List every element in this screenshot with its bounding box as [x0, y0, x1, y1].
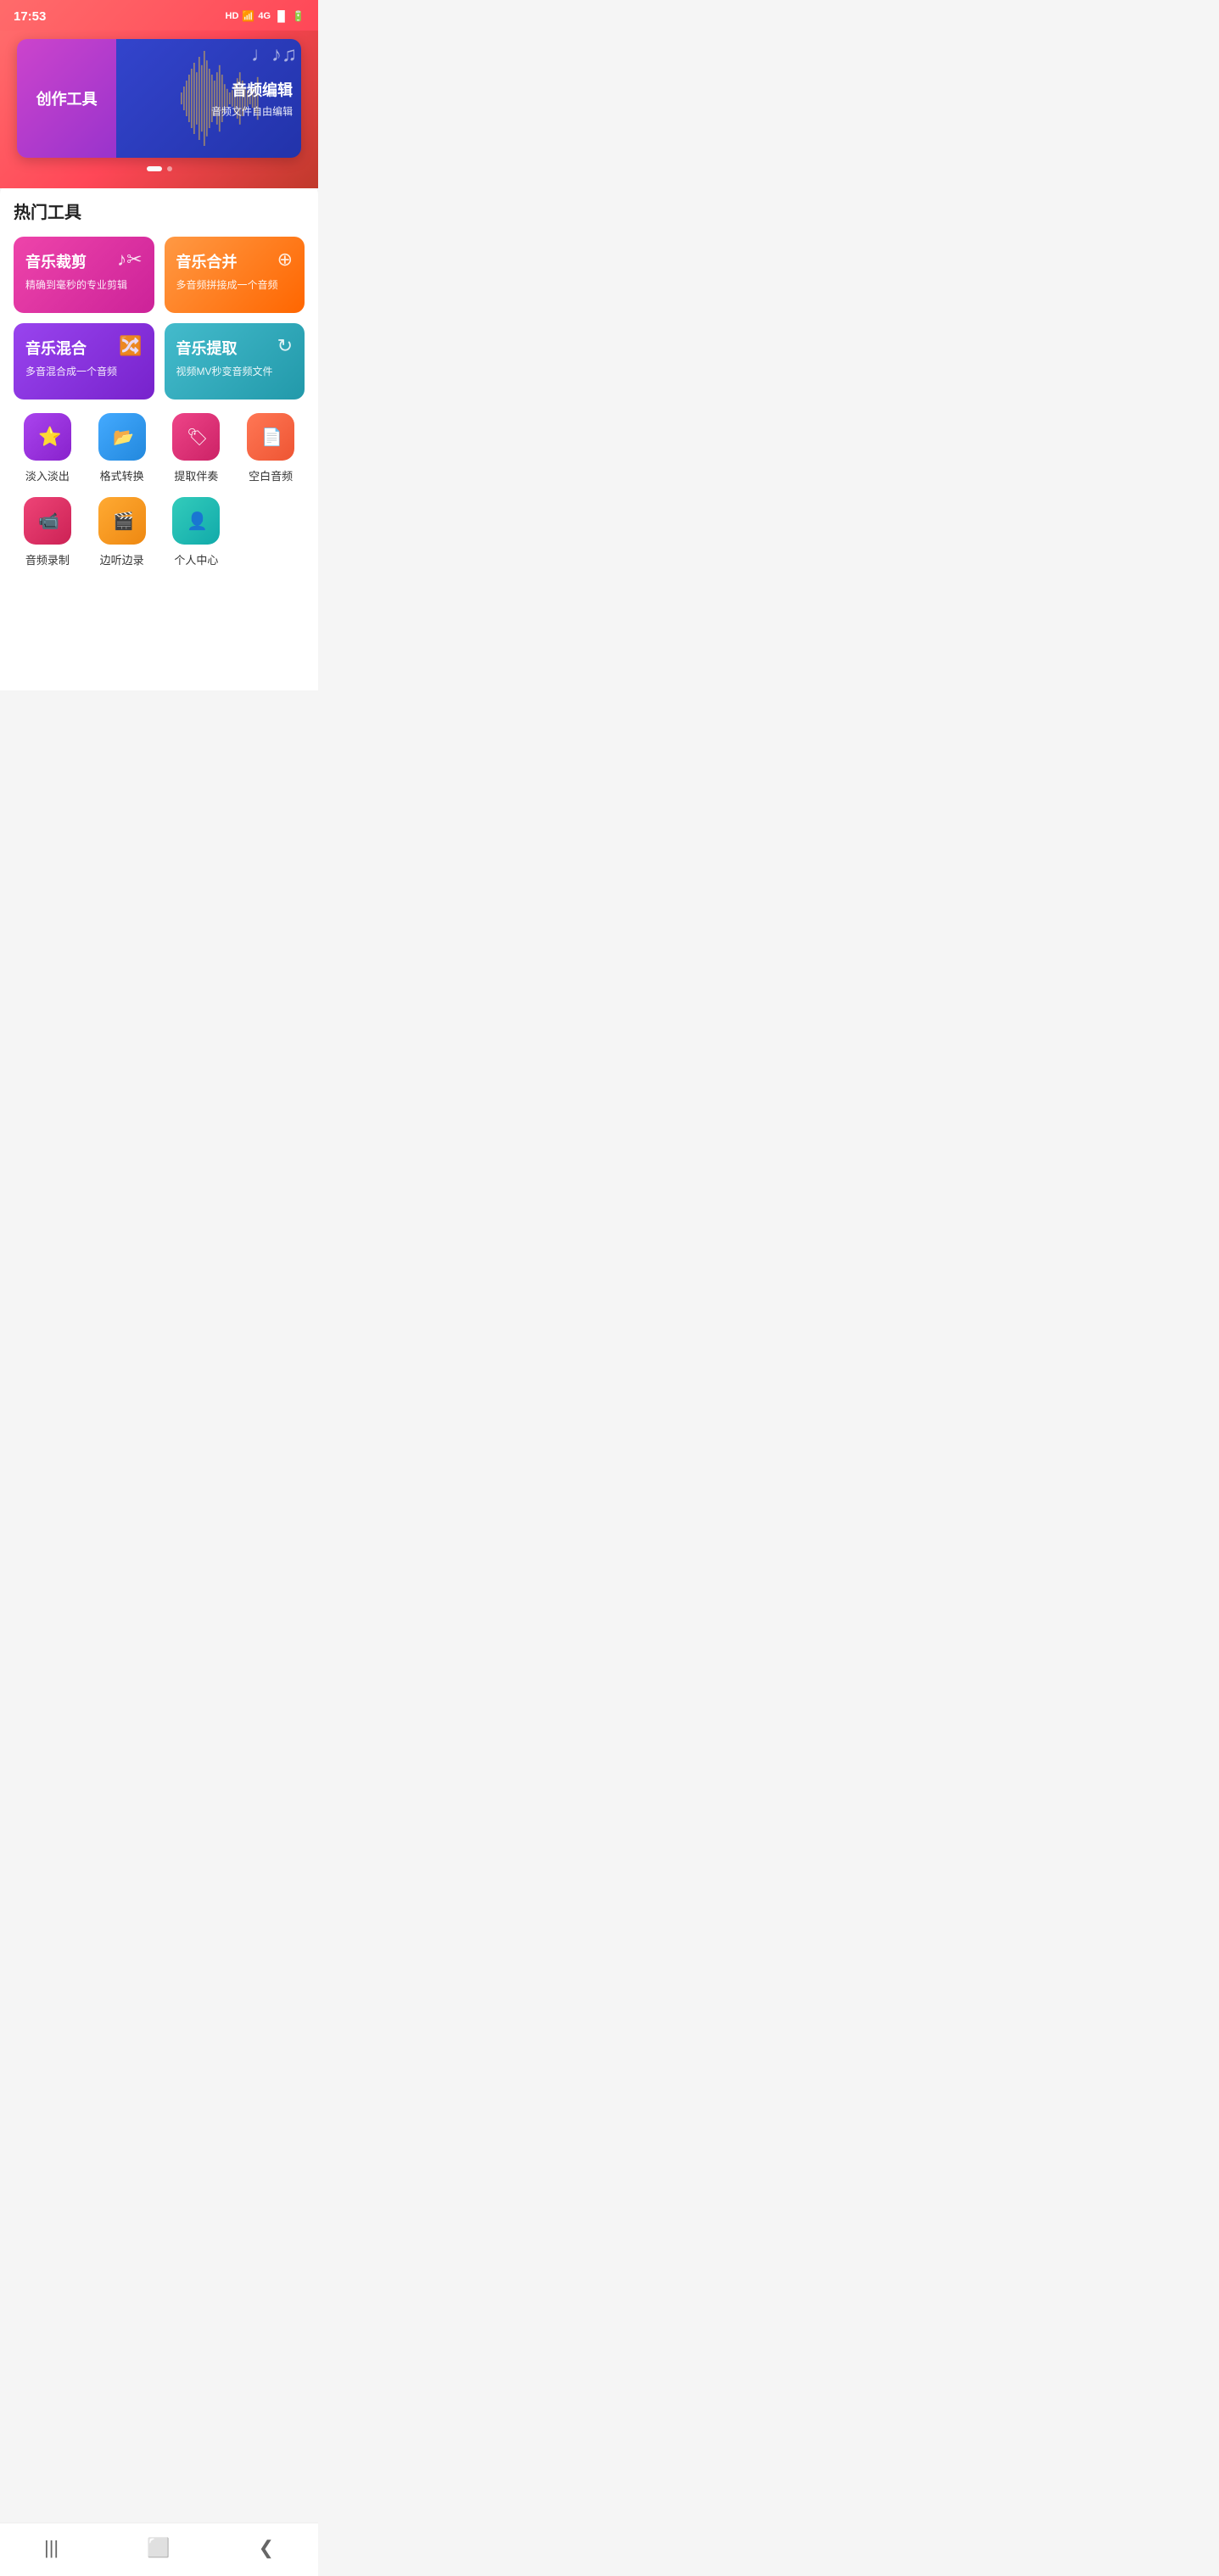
- music-notes-decoration: ♩♪♫: [251, 43, 297, 67]
- svg-text:📹: 📹: [38, 512, 59, 531]
- svg-text:📂: 📂: [113, 428, 134, 447]
- banner-subtitle: 音频文件自由编辑: [211, 104, 293, 119]
- extract-acc-label: 提取伴奏: [174, 467, 218, 483]
- extract-acc-icon: 🏷: [172, 413, 220, 461]
- music-mix-icon: 🔀: [119, 335, 142, 357]
- banner-dots: [14, 166, 305, 171]
- main-content: 热门工具 ♪✂ 音乐裁剪 精确到毫秒的专业剪辑 ⊕ 音乐合并 多音频拼接成一个音…: [0, 182, 318, 690]
- tool-item-fade[interactable]: ⭐ 淡入淡出: [14, 413, 81, 483]
- music-extract-icon: ↻: [277, 335, 293, 357]
- banner-title: 音频编辑: [211, 79, 293, 101]
- wifi-icon: 📶: [242, 10, 254, 22]
- music-cut-desc: 精确到毫秒的专业剪辑: [25, 277, 143, 292]
- tool-card-music-extract[interactable]: ↻ 音乐提取 视频MV秒变音频文件: [165, 323, 305, 400]
- format-label: 格式转换: [100, 467, 144, 483]
- header-section: 创作工具: [0, 31, 318, 188]
- fade-icon: ⭐: [24, 413, 71, 461]
- svg-text:📄: 📄: [261, 427, 282, 447]
- blank-audio-icon: 📄: [247, 413, 294, 461]
- bottom-nav: ||| ⬜ ❮: [0, 2523, 318, 2576]
- tool-item-record[interactable]: 📹 音频录制: [14, 497, 81, 567]
- music-mix-desc: 多音混合成一个音频: [25, 364, 143, 378]
- banner-left-panel: 创作工具: [17, 39, 116, 158]
- signal-bars: ▐▌: [274, 10, 288, 22]
- profile-label: 个人中心: [174, 551, 218, 567]
- fade-label: 淡入淡出: [25, 467, 70, 483]
- tool-item-blank-audio[interactable]: 📄 空白音频: [237, 413, 305, 483]
- hd-label: HD: [226, 11, 239, 21]
- record-label: 音频录制: [25, 551, 70, 567]
- banner-right-text: 音频编辑 音频文件自由编辑: [211, 79, 293, 119]
- svg-text:🎬: 🎬: [113, 511, 134, 531]
- tool-card-music-merge[interactable]: ⊕ 音乐合并 多音频拼接成一个音频: [165, 237, 305, 313]
- record-icon: 📹: [24, 497, 71, 545]
- music-extract-title: 音乐提取: [176, 337, 294, 359]
- status-icons: HD 📶 4G ▐▌ 🔋: [226, 10, 305, 22]
- tool-card-music-cut[interactable]: ♪✂ 音乐裁剪 精确到毫秒的专业剪辑: [14, 237, 154, 313]
- status-time: 17:53: [14, 9, 46, 24]
- banner-carousel[interactable]: 创作工具: [17, 39, 301, 158]
- music-extract-desc: 视频MV秒变音频文件: [176, 364, 294, 378]
- banner-right-panel: ♩♪♫ 音频编辑 音频文件自由编辑: [116, 39, 301, 158]
- battery-icon: 🔋: [292, 10, 305, 22]
- music-merge-icon: ⊕: [277, 249, 293, 271]
- banner-slide: 创作工具: [17, 39, 301, 158]
- nav-home-button[interactable]: ⬜: [130, 2534, 187, 2562]
- tool-card-music-mix[interactable]: 🔀 音乐混合 多音混合成一个音频: [14, 323, 154, 400]
- svg-text:⭐: ⭐: [38, 426, 60, 447]
- bottom-spacer: [14, 574, 305, 642]
- format-icon: 📂: [98, 413, 146, 461]
- large-tools-grid: ♪✂ 音乐裁剪 精确到毫秒的专业剪辑 ⊕ 音乐合并 多音频拼接成一个音频 🔀 音…: [14, 237, 305, 400]
- signal-4g: 4G: [258, 11, 271, 21]
- music-merge-title: 音乐合并: [176, 250, 294, 272]
- status-bar: 17:53 HD 📶 4G ▐▌ 🔋: [0, 0, 318, 31]
- section-title: 热门工具: [14, 198, 305, 223]
- banner-left-text: 创作工具: [36, 87, 98, 109]
- music-cut-icon: ♪✂: [117, 249, 142, 271]
- dot-1: [147, 166, 162, 171]
- tool-item-listen-record[interactable]: 🎬 边听边录: [88, 497, 156, 567]
- small-tools-grid-row1: ⭐ 淡入淡出 📂 格式转换 🏷 提取伴奏 📄 空白音频: [14, 413, 305, 483]
- tool-item-extract-acc[interactable]: 🏷 提取伴奏: [163, 413, 231, 483]
- small-tools-grid-row2: 📹 音频录制 🎬 边听边录 👤 个人中心: [14, 497, 305, 567]
- nav-back-button[interactable]: ❮: [242, 2534, 291, 2562]
- tool-item-profile[interactable]: 👤 个人中心: [163, 497, 231, 567]
- listen-record-icon: 🎬: [98, 497, 146, 545]
- tool-item-format[interactable]: 📂 格式转换: [88, 413, 156, 483]
- tool-item-empty: [237, 497, 305, 567]
- music-merge-desc: 多音频拼接成一个音频: [176, 277, 294, 292]
- nav-menu-button[interactable]: |||: [27, 2534, 75, 2562]
- svg-text:🏷: 🏷: [187, 428, 208, 447]
- profile-icon: 👤: [172, 497, 220, 545]
- dot-2: [167, 166, 172, 171]
- blank-audio-label: 空白音频: [249, 467, 293, 483]
- listen-record-label: 边听边录: [100, 551, 144, 567]
- svg-text:👤: 👤: [187, 511, 208, 531]
